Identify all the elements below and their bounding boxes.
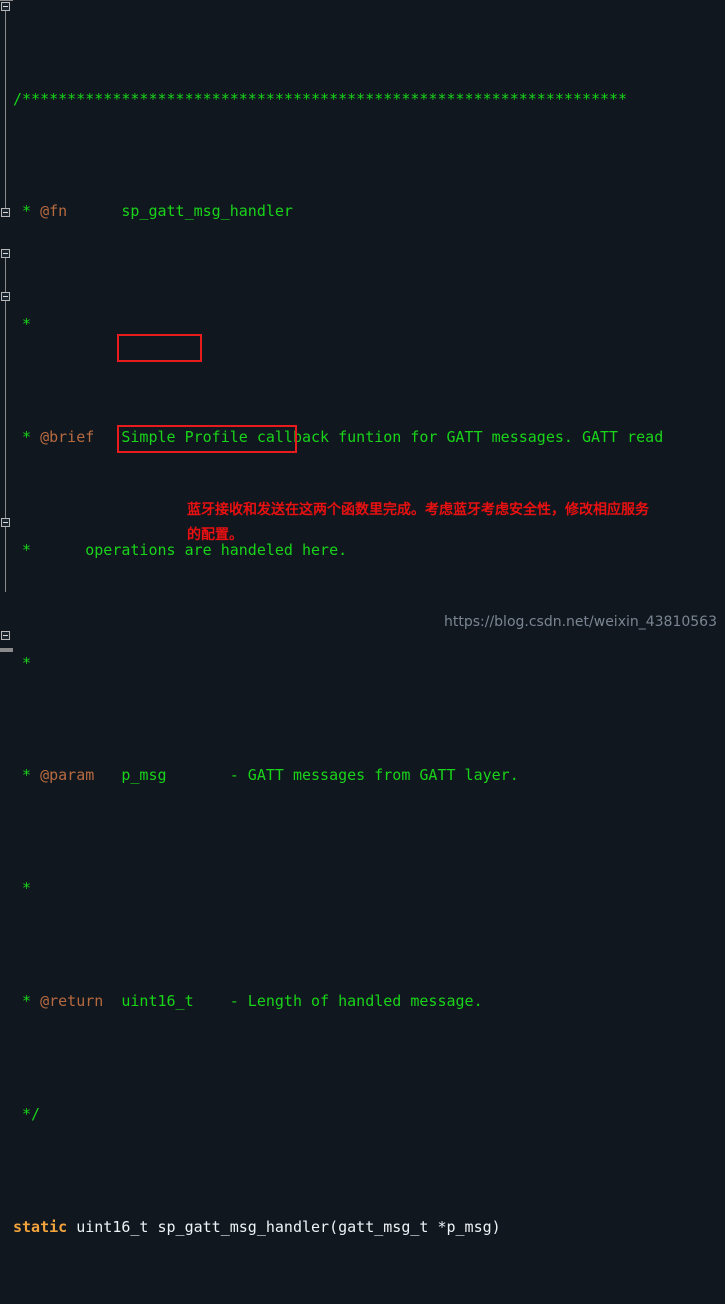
watermark: https://blog.csdn.net/weixin_43810563 bbox=[444, 614, 717, 630]
comment-space bbox=[103, 992, 121, 1010]
comment-banner-top: /***************************************… bbox=[13, 89, 628, 108]
fold-marker-icon[interactable] bbox=[1, 518, 10, 527]
keyword-static: static bbox=[13, 1217, 68, 1236]
doc-brief-value: Simple Profile callback funtion for GATT… bbox=[121, 428, 664, 446]
code-line: /***************************************… bbox=[13, 85, 725, 113]
code-line: * bbox=[13, 874, 725, 902]
code-line: * bbox=[13, 649, 725, 677]
code-line: * operations are handeled here. bbox=[13, 536, 725, 564]
code-line: */ bbox=[13, 1100, 725, 1128]
function-signature: uint16_t sp_gatt_msg_handler(gatt_msg_t … bbox=[67, 1217, 501, 1236]
comment-star: * bbox=[13, 766, 41, 785]
doc-tag-fn: @fn bbox=[40, 202, 68, 221]
comment-star: * bbox=[13, 879, 32, 898]
comment-star: * bbox=[13, 202, 41, 221]
comment-close: */ bbox=[13, 1104, 41, 1123]
comment-space bbox=[167, 766, 230, 784]
annotation-note-line-2: 的配置。 bbox=[187, 527, 243, 543]
comment-star: * bbox=[13, 315, 32, 334]
code-line: * @return uint16_t - Length of handled m… bbox=[13, 987, 725, 1015]
fold-marker-icon[interactable] bbox=[1, 208, 10, 217]
fold-marker-icon[interactable] bbox=[1, 292, 10, 301]
doc-tag-param: @param bbox=[40, 766, 95, 785]
comment-star: * bbox=[13, 653, 32, 672]
code-line: * @param p_msg - GATT messages from GATT… bbox=[13, 761, 725, 789]
code-editor-pane[interactable]: /***************************************… bbox=[0, 0, 725, 1236]
gutter-divider bbox=[0, 648, 13, 652]
code-line: static uint16_t sp_gatt_msg_handler(gatt… bbox=[13, 1213, 725, 1241]
code-content[interactable]: /***************************************… bbox=[13, 0, 725, 1304]
code-line: * bbox=[13, 310, 725, 338]
gutter-divider bbox=[0, 0, 13, 1]
comment-space bbox=[67, 202, 121, 220]
comment-space bbox=[94, 766, 121, 784]
doc-return-value: - Length of handled message. bbox=[229, 991, 483, 1010]
comment-star: * bbox=[13, 428, 41, 446]
annotation-note-line-1: 蓝牙接收和发送在这两个函数里完成。考虑蓝牙考虑安全性，修改相应服务 bbox=[187, 502, 649, 518]
doc-return-type: uint16_t bbox=[121, 991, 194, 1010]
comment-star: * bbox=[13, 540, 86, 559]
code-line: * @fn sp_gatt_msg_handler bbox=[13, 197, 725, 225]
comment-star: * bbox=[13, 991, 41, 1010]
fold-marker-icon[interactable] bbox=[1, 631, 10, 640]
doc-param-name: p_msg bbox=[121, 766, 167, 785]
doc-tag-brief: @brief bbox=[40, 428, 95, 446]
fold-marker-icon[interactable] bbox=[1, 249, 10, 258]
doc-param-value: - GATT messages from GATT layer. bbox=[229, 766, 519, 785]
editor-gutter[interactable] bbox=[0, 0, 13, 652]
comment-space bbox=[194, 992, 230, 1010]
fold-rail bbox=[5, 11, 6, 209]
doc-tag-return: @return bbox=[40, 991, 104, 1010]
comment-space bbox=[94, 428, 121, 446]
fold-rail bbox=[5, 301, 6, 519]
fold-marker-icon[interactable] bbox=[1, 2, 10, 11]
watermark-text: https://blog.csdn.net/weixin_43810563 bbox=[443, 614, 717, 630]
doc-fn-value: sp_gatt_msg_handler bbox=[121, 202, 293, 221]
code-line: * @brief Simple Profile callback funtion… bbox=[13, 423, 725, 451]
